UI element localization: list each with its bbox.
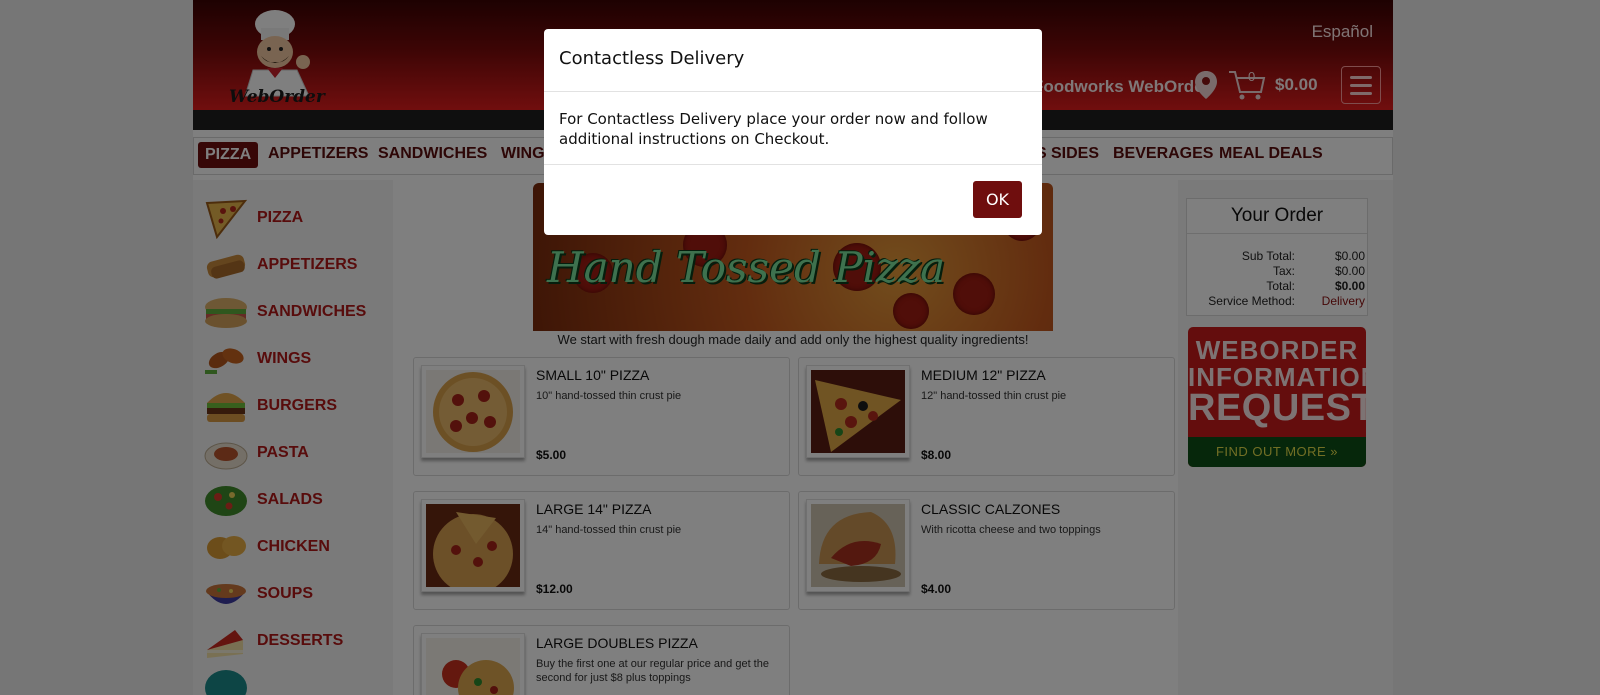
dialog-title: Contactless Delivery [559,48,745,69]
ok-button[interactable]: OK [973,181,1022,218]
contactless-delivery-dialog: Contactless Delivery For Contactless Del… [544,29,1042,235]
dialog-message: For Contactless Delivery place your orde… [559,110,988,148]
